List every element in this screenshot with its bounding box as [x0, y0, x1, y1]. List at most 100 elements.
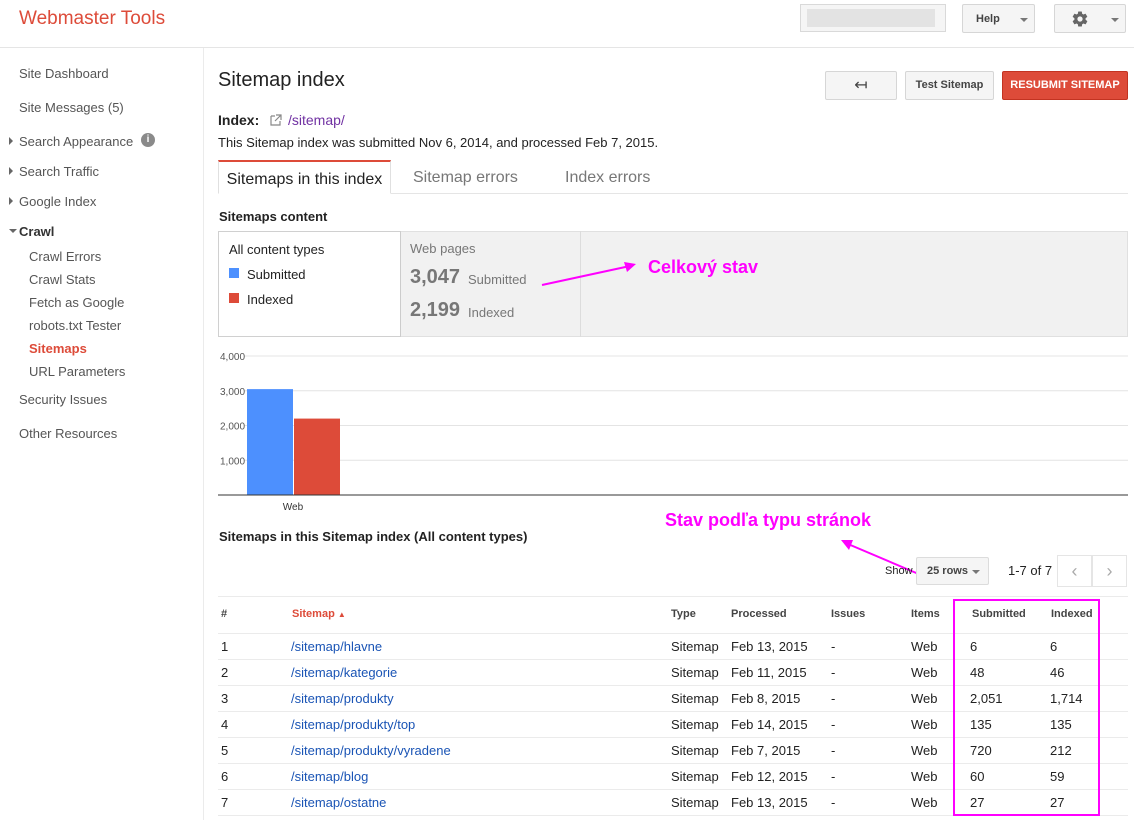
sort-ascending-icon: ▲ — [337, 610, 346, 619]
web-pages-indexed-label: Indexed — [468, 305, 515, 320]
sidebar-item-other-resources[interactable]: Other Resources — [19, 426, 117, 441]
app-title[interactable]: Webmaster Tools — [19, 8, 165, 30]
test-sitemap-button[interactable]: Test Sitemap — [905, 71, 994, 100]
cell-processed: Feb 12, 2015 — [731, 769, 808, 784]
cell-issues: - — [831, 743, 836, 758]
y-tick-label: 4,000 — [220, 352, 245, 363]
cell-type: Sitemap — [671, 717, 719, 732]
sidebar-item-robots-tester[interactable]: robots.txt Tester — [29, 318, 121, 333]
cell-items: Web — [911, 795, 938, 810]
index-path-link[interactable]: /sitemap/ — [288, 112, 345, 128]
pager-range: 1-7 of 7 — [1008, 563, 1053, 578]
x-category-label: Web — [283, 502, 304, 513]
chevron-down-icon — [972, 570, 980, 574]
cell-issues: - — [831, 691, 836, 706]
sitemap-link[interactable]: /sitemap/produkty — [291, 691, 394, 706]
sidebar-item-google-index[interactable]: Google Index — [19, 194, 96, 209]
sitemap-link[interactable]: /sitemap/produkty/top — [291, 717, 415, 732]
external-link-icon[interactable] — [270, 114, 282, 126]
next-page-button[interactable]: › — [1092, 555, 1127, 587]
chevron-down-icon — [1111, 18, 1119, 22]
show-label: Show — [885, 565, 913, 577]
cell-num: 1 — [221, 639, 229, 654]
expand-arrow-icon[interactable] — [9, 167, 13, 175]
settings-button[interactable] — [1054, 4, 1126, 33]
page-title: Sitemap index — [218, 69, 345, 91]
expand-arrow-icon[interactable] — [9, 137, 13, 145]
info-icon[interactable]: i — [141, 133, 155, 147]
expand-arrow-icon[interactable] — [9, 197, 13, 205]
cell-processed: Feb 11, 2015 — [731, 665, 807, 680]
index-label: Index: — [218, 112, 260, 128]
sidebar-item-fetch-as-google[interactable]: Fetch as Google — [29, 295, 124, 310]
cell-items: Web — [911, 717, 938, 732]
col-header-issues[interactable]: Issues — [831, 608, 865, 620]
col-header-type[interactable]: Type — [671, 608, 696, 620]
cell-items: Web — [911, 769, 938, 784]
account-box[interactable] — [800, 4, 946, 32]
prev-page-button[interactable]: ‹ — [1057, 555, 1092, 587]
bar-indexed[interactable] — [294, 418, 340, 495]
sidebar-item-sitemaps[interactable]: Sitemaps — [29, 341, 87, 356]
cell-items: Web — [911, 743, 938, 758]
annotation-highlight-box — [953, 599, 1100, 816]
back-button[interactable]: ↤ — [825, 71, 897, 100]
sidebar-item-security-issues[interactable]: Security Issues — [19, 392, 107, 407]
cell-issues: - — [831, 795, 836, 810]
sidebar-item-site-dashboard[interactable]: Site Dashboard — [19, 66, 109, 81]
sitemap-link[interactable]: /sitemap/ostatne — [291, 795, 386, 810]
cell-items: Web — [911, 691, 938, 706]
sitemap-link[interactable]: /sitemap/produkty/vyradene — [291, 743, 451, 758]
annotation-total-status: Celkový stav — [648, 257, 759, 277]
cell-issues: - — [831, 717, 836, 732]
y-tick-label: 3,000 — [220, 387, 245, 398]
sidebar-item-site-messages[interactable]: Site Messages (5) — [19, 100, 124, 115]
bar-submitted[interactable] — [247, 389, 293, 495]
web-pages-submitted-label: Submitted — [468, 272, 527, 287]
account-name-redacted — [807, 9, 935, 27]
sidebar-item-crawl-errors[interactable]: Crawl Errors — [29, 249, 101, 264]
chevron-down-icon — [1020, 18, 1028, 22]
cell-num: 7 — [221, 795, 229, 810]
sidebar-item-crawl[interactable]: Crawl — [19, 224, 54, 239]
help-button[interactable]: Help — [962, 4, 1035, 33]
sitemap-link[interactable]: /sitemap/kategorie — [291, 665, 397, 680]
cell-processed: Feb 14, 2015 — [731, 717, 808, 732]
sidebar-item-crawl-stats[interactable]: Crawl Stats — [29, 272, 95, 287]
cell-type: Sitemap — [671, 665, 719, 680]
legend-submitted: Submitted — [247, 267, 306, 282]
rows-per-page-select[interactable]: 25 rows — [916, 557, 989, 585]
content-type-web-pages[interactable]: Web pages — [410, 241, 476, 256]
y-tick-label: 1,000 — [220, 456, 245, 467]
sitemap-link[interactable]: /sitemap/blog — [291, 769, 368, 784]
sitemap-link[interactable]: /sitemap/hlavne — [291, 639, 382, 654]
cell-num: 2 — [221, 665, 229, 680]
annotation-arrow-total — [541, 262, 636, 286]
col-header-sitemap[interactable]: Sitemap ▲ — [292, 608, 346, 620]
help-label: Help — [976, 13, 1000, 25]
sidebar-item-search-traffic[interactable]: Search Traffic — [19, 164, 99, 179]
submission-info: This Sitemap index was submitted Nov 6, … — [218, 135, 659, 150]
index-label-row: Index: — [218, 112, 259, 128]
legend-swatch-submitted — [229, 268, 239, 278]
sitemap-bar-chart: 4,000 3,000 2,000 1,000 Web — [218, 352, 1128, 513]
col-header-sitemap-label: Sitemap — [292, 608, 335, 620]
tab-sitemap-errors[interactable]: Sitemap errors — [413, 160, 518, 194]
top-bar: Webmaster Tools Help — [0, 0, 1134, 48]
rows-per-page-value: 25 rows — [927, 565, 968, 577]
annotation-status-by-type: Stav podľa typu stránok — [665, 510, 871, 530]
sidebar-item-url-parameters[interactable]: URL Parameters — [29, 364, 125, 379]
cell-type: Sitemap — [671, 769, 719, 784]
collapse-arrow-icon[interactable] — [9, 229, 17, 233]
resubmit-sitemap-button[interactable]: RESUBMIT SITEMAP — [1002, 71, 1128, 100]
cell-items: Web — [911, 639, 938, 654]
legend-indexed: Indexed — [247, 292, 294, 307]
content-section-title: Sitemaps content — [219, 209, 328, 224]
sidebar-item-search-appearance[interactable]: Search Appearance — [19, 134, 133, 149]
cell-num: 4 — [221, 717, 229, 732]
col-header-processed[interactable]: Processed — [731, 608, 787, 620]
tab-index-errors[interactable]: Index errors — [565, 160, 650, 194]
tab-sitemaps-in-index[interactable]: Sitemaps in this index — [218, 160, 391, 194]
back-arrow-icon: ↤ — [854, 77, 868, 94]
col-header-items[interactable]: Items — [911, 608, 940, 620]
